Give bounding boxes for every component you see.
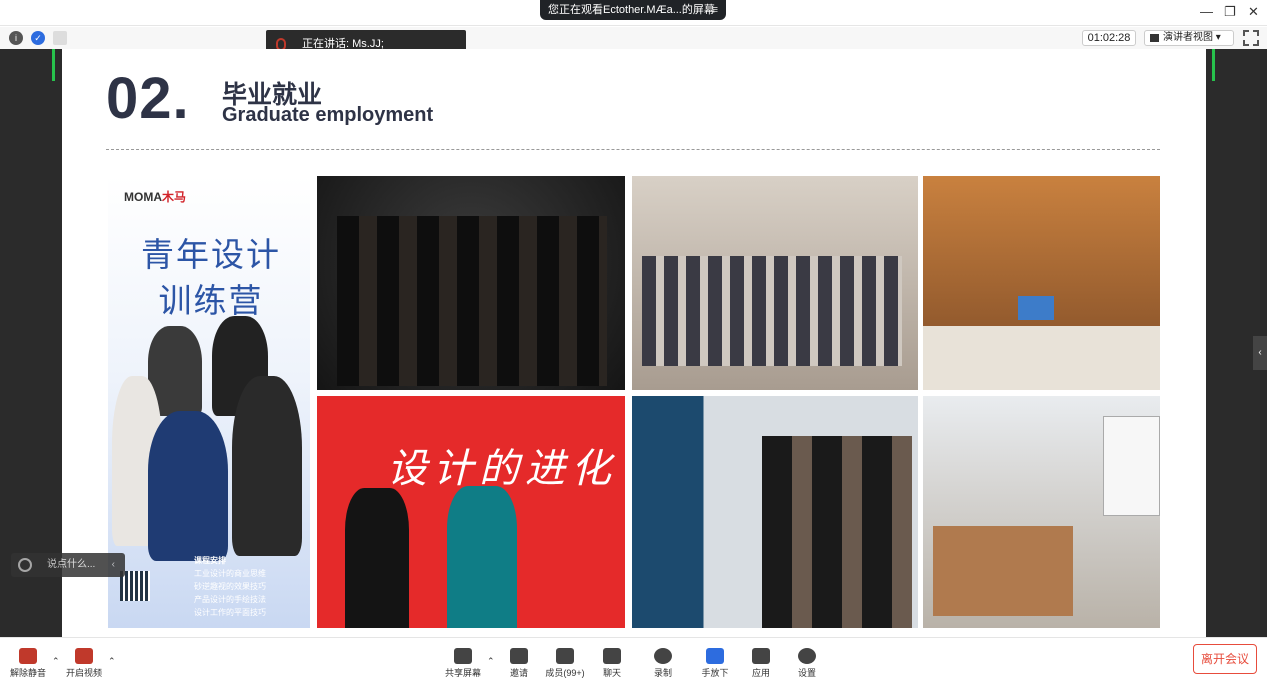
chat-button[interactable]: 聊天 xyxy=(592,648,632,679)
host-figure xyxy=(447,486,517,628)
green-edge-left xyxy=(52,49,55,81)
invite-button[interactable]: 邀请 xyxy=(499,648,539,679)
screen-share-status[interactable]: 您正在观看Ectother.MÆa...的屏幕 ≡ xyxy=(540,0,726,20)
title-divider xyxy=(106,149,1160,150)
members-icon xyxy=(556,648,574,664)
members-button[interactable]: 成员(99+) xyxy=(540,648,590,679)
close-icon[interactable]: ✕ xyxy=(1248,4,1259,20)
share-screen-icon xyxy=(454,648,472,664)
event-stage-photo: 设计的进化 xyxy=(317,396,625,628)
side-panel-toggle[interactable]: ‹ xyxy=(1253,336,1267,370)
menu-icon[interactable]: ≡ xyxy=(712,0,718,20)
invite-label: 邀请 xyxy=(509,668,528,678)
mic-muted-icon xyxy=(19,648,37,664)
exhibition-photo xyxy=(632,396,918,628)
chevron-up-icon[interactable]: ⌃ xyxy=(487,656,495,667)
chevron-up-icon[interactable]: ⌃ xyxy=(108,656,116,667)
bootcamp-poster: MOMA木马 青年设计 训练营 课程安排 工业设计的商业思维 砂逆趣视的效果技巧… xyxy=(108,176,310,628)
group-photo-studio xyxy=(317,176,625,390)
lower-hand-button[interactable]: 手放下 xyxy=(695,648,735,679)
settings-label: 设置 xyxy=(797,668,816,678)
unmute-label: 解除静音 xyxy=(9,668,46,678)
leave-meeting-button[interactable]: 离开会议 xyxy=(1193,644,1257,674)
window-titlebar: 您正在观看Ectother.MÆa...的屏幕 ≡ — ❐ ✕ xyxy=(0,0,1267,26)
host-figure xyxy=(345,488,409,628)
add-user-icon xyxy=(510,648,528,664)
record-button[interactable]: 录制 xyxy=(643,648,683,679)
poster-headline: 青年设计 训练营 xyxy=(141,236,281,319)
emoji-icon[interactable] xyxy=(18,558,32,572)
share-screen-button[interactable]: 共享屏幕 xyxy=(443,648,483,679)
group-photo-lounge xyxy=(632,176,918,390)
meeting-timer: 01:02:28 xyxy=(1082,30,1136,46)
signal-icon[interactable] xyxy=(53,31,67,45)
slide-title-en: Graduate employment xyxy=(222,104,434,126)
comment-input[interactable]: 说点什么... ‹ xyxy=(11,553,125,577)
record-icon xyxy=(654,648,672,664)
hand-icon xyxy=(706,648,724,664)
record-label: 录制 xyxy=(653,668,672,678)
camera-off-icon xyxy=(75,648,93,664)
share-screen-label: 共享屏幕 xyxy=(444,668,481,678)
poster-bullets: 课程安排 工业设计的商业思维 砂逆趣视的效果技巧 产品设计的手绘技法 设计工作的… xyxy=(194,556,266,617)
poster-person xyxy=(148,411,228,561)
event-banner-text: 设计的进化 xyxy=(387,446,617,492)
restore-icon[interactable]: ❐ xyxy=(1224,4,1236,20)
apps-label: 应用 xyxy=(751,668,770,678)
fullscreen-icon[interactable] xyxy=(1243,30,1259,46)
chat-label: 聊天 xyxy=(602,668,621,678)
meeting-toolbar: 解除静音 ⌃ 开启视频 ⌃ 共享屏幕 ⌃ 邀请 成员(99+) 聊天 录制 手放… xyxy=(0,637,1267,681)
poster-person xyxy=(232,376,302,556)
unmute-button[interactable]: 解除静音 xyxy=(8,648,48,679)
comment-placeholder: 说点什么... xyxy=(47,559,96,570)
lower-hand-label: 手放下 xyxy=(701,668,729,678)
settings-button[interactable]: 设置 xyxy=(787,648,827,679)
collapse-chevron-icon[interactable]: ‹ xyxy=(112,553,115,577)
speaker-view-button[interactable]: 演讲者视图 ▾ xyxy=(1144,30,1234,46)
slide-number: 02. xyxy=(106,66,190,131)
minimize-icon[interactable]: — xyxy=(1200,4,1213,19)
shield-icon[interactable]: ✓ xyxy=(31,31,45,45)
start-video-label: 开启视频 xyxy=(65,668,102,678)
chat-icon xyxy=(603,648,621,664)
members-label: 成员(99+) xyxy=(545,668,585,678)
meeting-infobar: i ✓ xyxy=(0,27,1267,49)
start-video-button[interactable]: 开启视频 xyxy=(64,648,104,679)
moma-logo: MOMA木马 xyxy=(124,190,187,204)
green-edge-right xyxy=(1212,49,1215,81)
gear-icon xyxy=(798,648,816,664)
apps-grid-icon xyxy=(752,648,770,664)
dinner-photo xyxy=(923,176,1160,390)
chevron-up-icon[interactable]: ⌃ xyxy=(52,656,60,667)
speaker-view-label: 演讲者视图 xyxy=(1163,32,1213,43)
studio-workspace-photo xyxy=(923,396,1160,628)
apps-button[interactable]: 应用 xyxy=(741,648,781,679)
info-icon[interactable]: i xyxy=(9,31,23,45)
share-status-text: 您正在观看Ectother.MÆa...的屏幕 xyxy=(548,4,715,16)
